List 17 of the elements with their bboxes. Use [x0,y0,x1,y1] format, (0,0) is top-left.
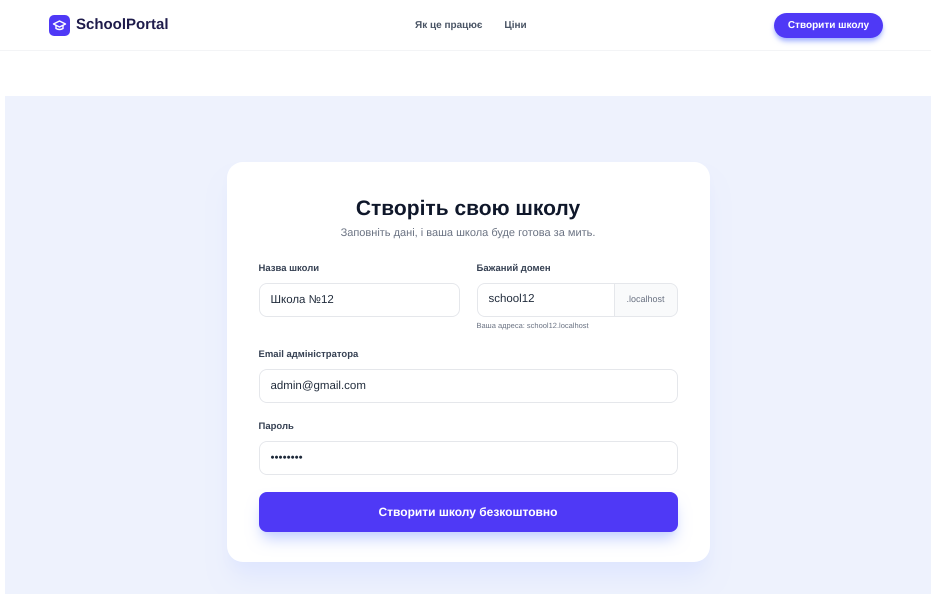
create-school-button[interactable]: Створити школу [774,12,883,38]
email-field[interactable]: admin@gmail.com [258,368,678,403]
graduation-cap-icon [49,14,70,36]
field-label: Бажаний домен [476,262,552,274]
domain-suffix: .localhost [614,282,678,316]
field-label: Email адміністратора [258,348,360,361]
school-name-field[interactable]: Школа №12 [258,282,460,316]
nav-link[interactable]: Ціни [504,18,527,32]
logo-text: SchoolPortal [76,14,169,35]
form-subtitle: Заповніть дані, і ваша школа буде готова за мить. [340,226,596,241]
field-label: Назва школи [258,262,320,274]
password-field[interactable]: •••••••• [258,440,678,475]
field-label: Пароль [258,420,295,433]
domain-field[interactable]: school12 [476,282,614,316]
submit-button[interactable]: Створити школу безкоштовно [258,492,678,532]
nav-link[interactable]: Як це працює [415,18,482,32]
form-title: Створіть свою школу [354,196,582,222]
